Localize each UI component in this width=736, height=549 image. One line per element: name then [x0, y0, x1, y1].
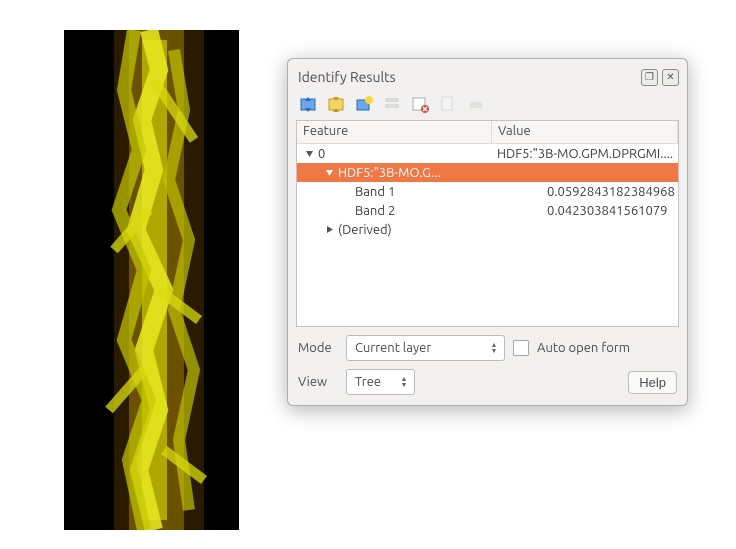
print-icon	[466, 94, 486, 114]
tree-row-derived[interactable]: (Derived)	[297, 220, 678, 239]
spinner-icon: ▲▼	[488, 342, 500, 354]
row-label: Band 1	[355, 185, 395, 199]
form-view-icon	[382, 94, 402, 114]
collapse-all-icon[interactable]	[326, 94, 346, 114]
disclosure-open-icon	[305, 149, 314, 158]
auto-open-form-checkbox[interactable]	[513, 340, 529, 356]
mode-label: Mode	[298, 341, 338, 355]
disclosure-closed-icon	[325, 225, 334, 234]
raster-background-image	[64, 30, 239, 530]
row-label: Band 2	[355, 204, 395, 218]
row-label: HDF5:"3B-MO.G...	[338, 166, 441, 180]
results-tree[interactable]: Feature Value 0 HDF5:"3B-MO.GPM.DPRGMI..…	[296, 120, 679, 327]
disclosure-open-icon	[325, 168, 334, 177]
tree-row-band2[interactable]: Band 2 0.042303841561079	[297, 201, 678, 220]
row-label: 0	[318, 147, 325, 161]
tree-row-root[interactable]: 0 HDF5:"3B-MO.GPM.DPRGMI....	[297, 144, 678, 163]
view-value: Tree	[355, 375, 398, 389]
expand-all-icon[interactable]	[298, 94, 318, 114]
detach-button[interactable]: ❐	[641, 69, 658, 86]
tree-header: Feature Value	[297, 121, 678, 144]
titlebar: Identify Results ❐ ✕	[288, 59, 687, 90]
value-column-header[interactable]: Value	[492, 121, 678, 143]
view-combobox[interactable]: Tree ▲▼	[346, 369, 415, 395]
clear-results-icon[interactable]	[410, 94, 430, 114]
tree-row-band1[interactable]: Band 1 0.0592843182384968	[297, 182, 678, 201]
dialog-title: Identify Results	[298, 69, 637, 85]
row-value: 0.042303841561079	[543, 204, 678, 218]
help-button[interactable]: Help	[628, 371, 677, 394]
auto-open-form-label: Auto open form	[537, 341, 630, 355]
mode-combobox[interactable]: Current layer ▲▼	[346, 335, 505, 361]
view-label: View	[298, 375, 338, 389]
toolbar	[288, 90, 687, 120]
tree-row-layer[interactable]: HDF5:"3B-MO.G...	[297, 163, 678, 182]
close-button[interactable]: ✕	[662, 69, 679, 86]
copy-icon	[438, 94, 458, 114]
row-label: (Derived)	[338, 223, 392, 237]
mode-value: Current layer	[355, 341, 488, 355]
row-value: HDF5:"3B-MO.GPM.DPRGMI....	[493, 147, 678, 161]
spinner-icon: ▲▼	[398, 376, 410, 388]
feature-column-header[interactable]: Feature	[297, 121, 492, 143]
row-value: 0.0592843182384968	[543, 185, 678, 199]
expand-new-icon[interactable]	[354, 94, 374, 114]
identify-results-dialog: Identify Results ❐ ✕ Feature Value	[287, 58, 688, 406]
